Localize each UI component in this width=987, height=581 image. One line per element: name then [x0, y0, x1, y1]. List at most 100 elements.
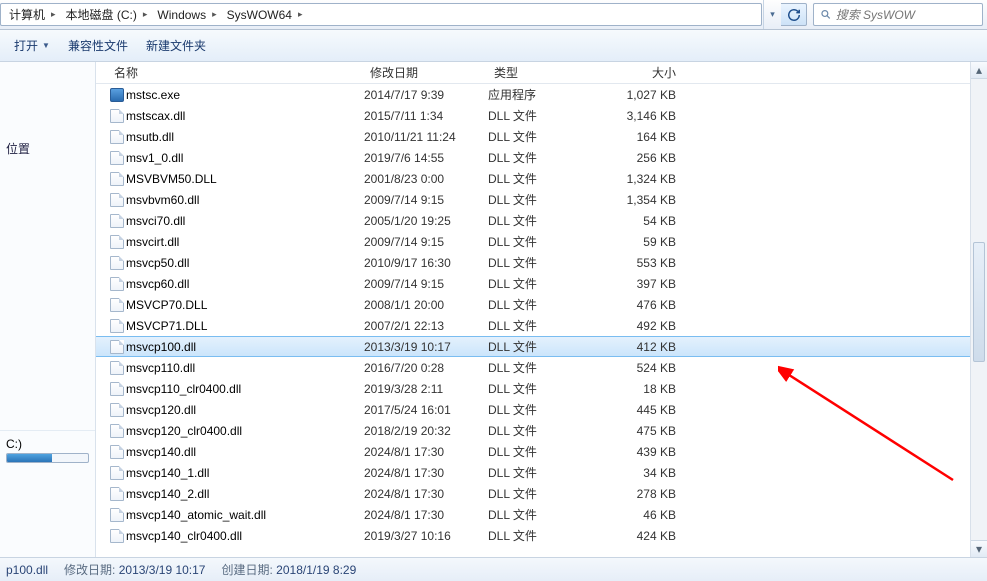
table-row[interactable]: msvcp140_2.dll2024/8/1 17:30DLL 文件278 KB [96, 483, 987, 504]
path-dropdown-button[interactable]: ▾ [763, 0, 781, 29]
file-date: 2019/3/27 10:16 [364, 529, 488, 543]
file-name: msvcp140_atomic_wait.dll [126, 508, 364, 522]
search-input[interactable] [836, 8, 976, 22]
table-row[interactable]: msvcirt.dll2009/7/14 9:15DLL 文件59 KB [96, 231, 987, 252]
dll-file-icon [108, 193, 126, 207]
file-name: msvcp110_clr0400.dll [126, 382, 364, 396]
file-date: 2001/8/23 0:00 [364, 172, 488, 186]
column-header-size[interactable]: 大小 [598, 64, 682, 81]
table-row[interactable]: msvcp100.dll2013/3/19 10:17DLL 文件412 KB [96, 336, 987, 357]
table-row[interactable]: msvcp140_1.dll2024/8/1 17:30DLL 文件34 KB [96, 462, 987, 483]
table-row[interactable]: msvcp60.dll2009/7/14 9:15DLL 文件397 KB [96, 273, 987, 294]
table-row[interactable]: msvcp140_atomic_wait.dll2024/8/1 17:30DL… [96, 504, 987, 525]
compat-files-button[interactable]: 兼容性文件 [60, 33, 136, 58]
file-size: 492 KB [598, 319, 682, 333]
file-date: 2018/2/19 20:32 [364, 424, 488, 438]
search-input-wrap[interactable] [813, 3, 983, 26]
table-row[interactable]: msvci70.dll2005/1/20 19:25DLL 文件54 KB [96, 210, 987, 231]
chevron-right-icon[interactable]: ▸ [294, 9, 307, 20]
column-header-name[interactable]: 名称 [108, 64, 364, 81]
column-header-type[interactable]: 类型 [488, 64, 598, 81]
file-size: 34 KB [598, 466, 682, 480]
scroll-down-button[interactable]: ▾ [971, 540, 987, 557]
table-row[interactable]: msvcp120_clr0400.dll2018/2/19 20:32DLL 文… [96, 420, 987, 441]
file-name: msvcp140_2.dll [126, 487, 364, 501]
file-type: DLL 文件 [488, 128, 598, 145]
table-row[interactable]: msv1_0.dll2019/7/6 14:55DLL 文件256 KB [96, 147, 987, 168]
file-date: 2014/7/17 9:39 [364, 88, 488, 102]
new-folder-button[interactable]: 新建文件夹 [138, 33, 214, 58]
file-size: 3,146 KB [598, 109, 682, 123]
table-row[interactable]: msvcp50.dll2010/9/17 16:30DLL 文件553 KB [96, 252, 987, 273]
file-name: mstscax.dll [126, 109, 364, 123]
table-row[interactable]: msvbvm60.dll2009/7/14 9:15DLL 文件1,354 KB [96, 189, 987, 210]
open-label: 打开 [14, 37, 38, 54]
dll-file-icon [108, 529, 126, 543]
file-date: 2016/7/20 0:28 [364, 361, 488, 375]
file-name: msv1_0.dll [126, 151, 364, 165]
chevron-right-icon[interactable]: ▸ [208, 9, 221, 20]
file-name: msvcp50.dll [126, 256, 364, 270]
file-name: mstsc.exe [126, 88, 364, 102]
file-size: 278 KB [598, 487, 682, 501]
file-date: 2013/3/19 10:17 [364, 340, 488, 354]
file-name: msutb.dll [126, 130, 364, 144]
table-row[interactable]: msvcp110.dll2016/7/20 0:28DLL 文件524 KB [96, 357, 987, 378]
file-date: 2010/9/17 16:30 [364, 256, 488, 270]
dll-file-icon [108, 256, 126, 270]
dll-file-icon [108, 298, 126, 312]
file-type: DLL 文件 [488, 317, 598, 334]
file-date: 2019/7/6 14:55 [364, 151, 488, 165]
table-row[interactable]: mstsc.exe2014/7/17 9:39应用程序1,027 KB [96, 84, 987, 105]
exe-icon [108, 88, 126, 102]
table-row[interactable]: msvcp110_clr0400.dll2019/3/28 2:11DLL 文件… [96, 378, 987, 399]
file-name: msvcp140_1.dll [126, 466, 364, 480]
file-type: DLL 文件 [488, 338, 598, 355]
breadcrumb-item[interactable]: 计算机 [3, 4, 47, 25]
dll-file-icon [108, 235, 126, 249]
breadcrumb-item[interactable]: SysWOW64 [221, 4, 294, 25]
dll-file-icon [108, 445, 126, 459]
scroll-thumb[interactable] [973, 242, 985, 362]
file-name: msvcirt.dll [126, 235, 364, 249]
table-row[interactable]: msvcp140_clr0400.dll2019/3/27 10:16DLL 文… [96, 525, 987, 546]
file-type: DLL 文件 [488, 107, 598, 124]
table-row[interactable]: mstscax.dll2015/7/11 1:34DLL 文件3,146 KB [96, 105, 987, 126]
file-name: msvcp140_clr0400.dll [126, 529, 364, 543]
file-size: 475 KB [598, 424, 682, 438]
breadcrumb[interactable]: 计算机▸本地磁盘 (C:)▸Windows▸SysWOW64▸ [0, 3, 762, 26]
chevron-right-icon[interactable]: ▸ [47, 9, 60, 20]
dll-file-icon [108, 508, 126, 522]
open-button[interactable]: 打开 ▼ [6, 33, 58, 58]
table-row[interactable]: MSVCP70.DLL2008/1/1 20:00DLL 文件476 KB [96, 294, 987, 315]
dll-file-icon [108, 487, 126, 501]
new-folder-label: 新建文件夹 [146, 37, 206, 54]
file-date: 2024/8/1 17:30 [364, 445, 488, 459]
file-date: 2024/8/1 17:30 [364, 466, 488, 480]
dll-file-icon [108, 172, 126, 186]
toolbar: 打开 ▼ 兼容性文件 新建文件夹 [0, 30, 987, 62]
column-header-date[interactable]: 修改日期 [364, 64, 488, 81]
file-name: msvcp110.dll [126, 361, 364, 375]
table-row[interactable]: MSVCP71.DLL2007/2/1 22:13DLL 文件492 KB [96, 315, 987, 336]
file-date: 2024/8/1 17:30 [364, 487, 488, 501]
vertical-scrollbar[interactable]: ▴ ▾ [970, 62, 987, 557]
table-row[interactable]: MSVBVM50.DLL2001/8/23 0:00DLL 文件1,324 KB [96, 168, 987, 189]
file-name: msvcp100.dll [126, 340, 364, 354]
file-type: DLL 文件 [488, 233, 598, 250]
address-bar: 计算机▸本地磁盘 (C:)▸Windows▸SysWOW64▸ ▾ [0, 0, 987, 30]
sidebar-item-location[interactable]: 位置 [0, 136, 95, 161]
dll-file-icon [108, 361, 126, 375]
chevron-right-icon[interactable]: ▸ [139, 9, 152, 20]
table-row[interactable]: msvcp120.dll2017/5/24 16:01DLL 文件445 KB [96, 399, 987, 420]
sidebar-item-drive[interactable]: C:) [0, 430, 95, 467]
scroll-up-button[interactable]: ▴ [971, 62, 987, 79]
table-row[interactable]: msutb.dll2010/11/21 11:24DLL 文件164 KB [96, 126, 987, 147]
file-size: 59 KB [598, 235, 682, 249]
refresh-button[interactable] [781, 3, 807, 26]
file-name: MSVCP71.DLL [126, 319, 364, 333]
breadcrumb-item[interactable]: Windows [151, 4, 208, 25]
file-name: MSVBVM50.DLL [126, 172, 364, 186]
breadcrumb-item[interactable]: 本地磁盘 (C:) [60, 4, 139, 25]
table-row[interactable]: msvcp140.dll2024/8/1 17:30DLL 文件439 KB [96, 441, 987, 462]
